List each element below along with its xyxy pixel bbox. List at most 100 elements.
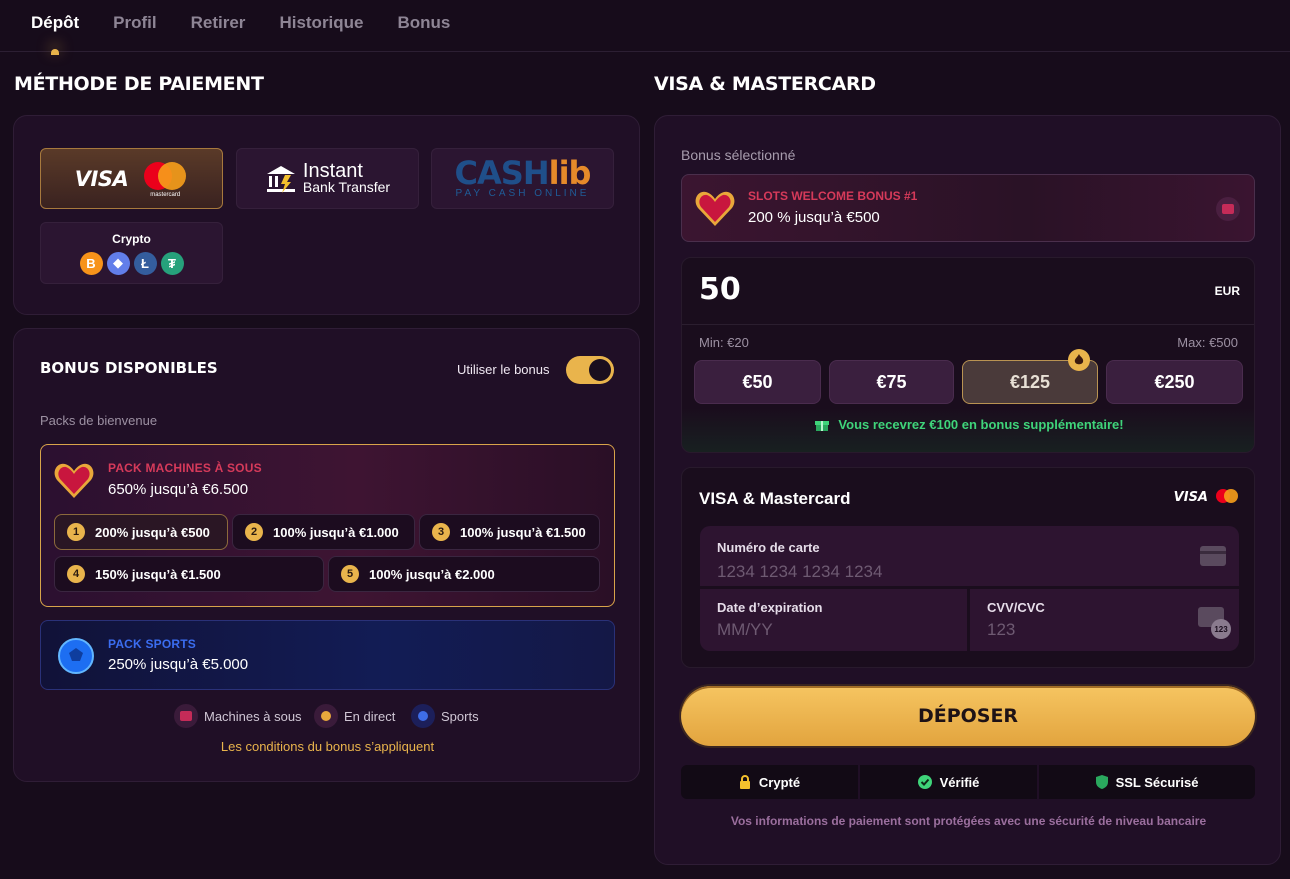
pack-sports[interactable]: PACK SPORTS 250% jusqu’à €5.000: [40, 620, 615, 690]
shield-icon: [1095, 775, 1108, 789]
heart-icon: [695, 191, 735, 226]
selected-bonus-card[interactable]: SLOTS WELCOME BONUS #1 200 % jusqu’à €50…: [681, 174, 1255, 242]
security-footer: Vos informations de paiement sont protég…: [730, 814, 1207, 828]
badge-ssl: SSL Sécurisé: [1039, 765, 1255, 799]
fire-icon: [1068, 349, 1090, 371]
cvv-field[interactable]: CVV/CVC 123: [970, 589, 1239, 651]
gift-icon: [815, 421, 830, 431]
tab-bonus[interactable]: Bonus: [381, 0, 468, 52]
tier-label: 200% jusqu’à €500: [95, 524, 210, 540]
amount-input-row[interactable]: 50 EUR: [682, 258, 1254, 325]
max-amount: Max: €500: [1177, 335, 1238, 350]
sports-pack-subtitle: 250% jusqu’à €5.000: [108, 656, 249, 673]
bonus-title: BONUS DISPONIBLES: [40, 359, 218, 377]
amount-box: 50 EUR Min: €20 Max: €500 €50 €75 €125 €…: [681, 257, 1255, 453]
slots-pack-title: PACK MACHINES À SOUS: [108, 461, 262, 475]
bonus-panel: BONUS DISPONIBLES Utiliser le bonus Pack…: [13, 328, 640, 782]
tab-bar: Dépôt Profil Retirer Historique Bonus: [0, 0, 1290, 55]
min-amount: Min: €20: [699, 335, 749, 350]
mastercard-logo: mastercard: [142, 161, 188, 198]
ethereum-icon: ◆: [106, 251, 130, 275]
tier-2[interactable]: 2 100% jusqu’à €1.000: [232, 514, 415, 550]
currency-label: EUR: [1214, 284, 1240, 298]
selected-bonus-label: Bonus sélectionné: [681, 147, 796, 163]
card-number-label: Numéro de carte: [717, 540, 820, 555]
visa-logo-small: VISA: [1173, 489, 1208, 505]
card-form: VISA & Mastercard VISA Numéro de carte D…: [681, 467, 1255, 668]
selected-bonus-title: SLOTS WELCOME BONUS #1: [748, 189, 918, 203]
crypto-label: Crypto: [112, 231, 151, 246]
tier-number: 5: [341, 565, 359, 583]
card-logos: VISA: [1174, 488, 1240, 506]
tether-icon: ₮: [160, 251, 184, 275]
method-crypto[interactable]: Crypto B ◆ Ł ₮: [40, 222, 223, 284]
soccer-ball-icon: [58, 638, 94, 674]
deposit-button[interactable]: DÉPOSER: [681, 686, 1255, 746]
tier-5[interactable]: 5 100% jusqu’à €2.000: [328, 556, 600, 592]
chip-250[interactable]: €250: [1106, 360, 1243, 404]
bonus-message: Vous recevrez €100 en bonus supplémentai…: [682, 416, 1254, 432]
selected-bonus-subtitle: 200 % jusqu’à €500: [748, 209, 880, 226]
cashlib-lib-text: lib: [548, 154, 592, 192]
litecoin-icon: Ł: [133, 251, 157, 275]
slot-machine-icon: [174, 704, 198, 728]
mastercard-logo-small: [1216, 489, 1238, 503]
use-bonus-toggle[interactable]: [566, 356, 614, 384]
badge-encrypted: Crypté: [681, 765, 858, 799]
tab-depot[interactable]: Dépôt: [14, 0, 96, 55]
method-cashlib[interactable]: CASHlib PAY CASH ONLINE: [431, 148, 614, 209]
deposit-panel: Bonus sélectionné SLOTS WELCOME BONUS #1…: [654, 115, 1281, 865]
slots-pack-subtitle: 650% jusqu’à €6.500: [108, 481, 249, 498]
bank-icon: [266, 165, 295, 193]
use-bonus-label: Utiliser le bonus: [457, 362, 550, 377]
chip-50[interactable]: €50: [694, 360, 821, 404]
tier-label: 100% jusqu’à €2.000: [369, 566, 495, 582]
category-sports-label: Sports: [441, 708, 479, 724]
category-slots: Machines à sous: [174, 704, 302, 728]
payment-methods-panel: VISA mastercard Instant Bank Transfer CA…: [13, 115, 640, 315]
heart-icon: [54, 463, 94, 498]
card-icon: [1200, 546, 1226, 566]
tier-1[interactable]: 1 200% jusqu’à €500: [54, 514, 228, 550]
badge-verified: Vérifié: [860, 765, 1037, 799]
category-live: En direct: [314, 704, 395, 728]
tab-historique[interactable]: Historique: [262, 0, 380, 52]
mastercard-text: mastercard: [150, 191, 181, 198]
instant-label: Instant: [302, 160, 363, 182]
cashlib-logo: CASHlib: [455, 157, 592, 189]
method-visa-mastercard[interactable]: VISA mastercard: [40, 148, 223, 209]
tier-3[interactable]: 3 100% jusqu’à €1.500: [419, 514, 600, 550]
tab-profil[interactable]: Profil: [96, 0, 173, 52]
amount-value[interactable]: 50: [699, 272, 741, 307]
expiry-input[interactable]: [717, 620, 917, 640]
tier-number: 1: [67, 523, 85, 541]
tier-number: 4: [67, 565, 85, 583]
expiry-field[interactable]: Date d’expiration: [700, 589, 967, 651]
cvv-input[interactable]: [987, 620, 1167, 640]
tier-label: 150% jusqu’à €1.500: [95, 566, 221, 582]
live-casino-icon: [314, 704, 338, 728]
welcome-packs-label: Packs de bienvenue: [40, 413, 158, 428]
slot-machine-icon: [1216, 197, 1240, 221]
card-method-title: VISA & MASTERCARD: [654, 73, 876, 95]
expiry-label: Date d’expiration: [717, 600, 823, 615]
category-slots-label: Machines à sous: [204, 708, 302, 724]
bonus-message-text: Vous recevrez €100 en bonus supplémentai…: [838, 416, 1124, 432]
cvv-badge: 123: [1211, 619, 1231, 639]
lock-icon: [739, 775, 750, 789]
category-sports: Sports: [411, 704, 479, 728]
cashlib-cash-text: CASH: [454, 154, 550, 192]
sports-ball-icon: [411, 704, 435, 728]
badge-ssl-label: SSL Sécurisé: [1115, 774, 1199, 790]
card-number-field[interactable]: Numéro de carte: [700, 526, 1239, 586]
tab-retirer[interactable]: Retirer: [174, 0, 263, 52]
bonus-conditions-link[interactable]: Les conditions du bonus s’appliquent: [14, 739, 641, 754]
tier-4[interactable]: 4 150% jusqu’à €1.500: [54, 556, 324, 592]
card-number-input[interactable]: [717, 562, 937, 582]
method-instant-bank-transfer[interactable]: Instant Bank Transfer: [236, 148, 419, 209]
tier-label: 100% jusqu’à €1.500: [460, 524, 586, 540]
pack-slots[interactable]: PACK MACHINES À SOUS 650% jusqu’à €6.500…: [40, 444, 615, 607]
chip-75[interactable]: €75: [829, 360, 954, 404]
cvv-label: CVV/CVC: [987, 600, 1045, 615]
bitcoin-icon: B: [79, 251, 103, 275]
